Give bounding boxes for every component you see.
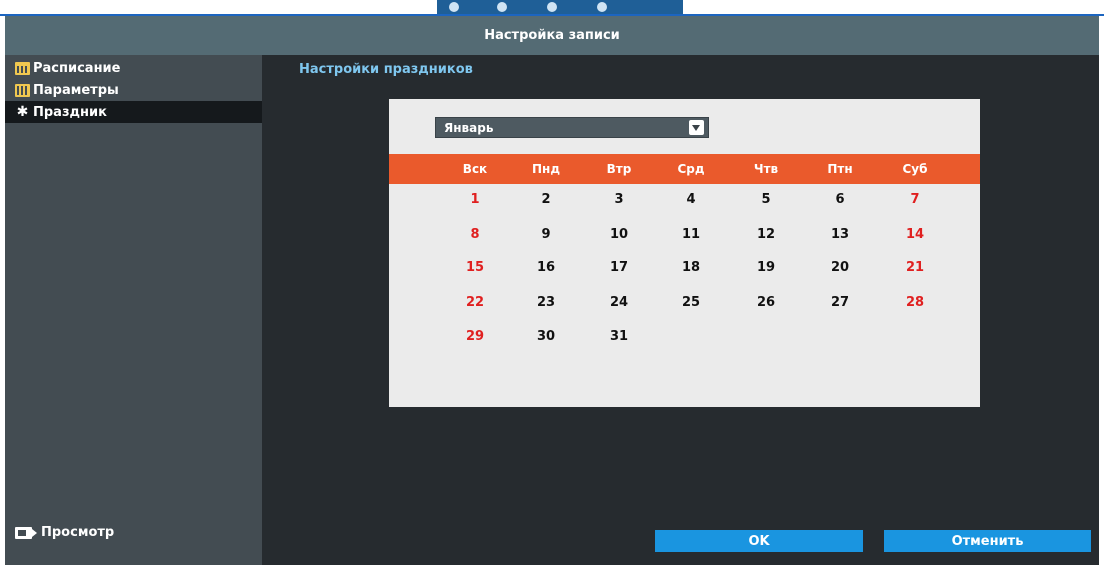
month-select-value: Январь <box>444 120 494 135</box>
sidebar-item-schedule[interactable]: Расписание <box>5 57 262 79</box>
calendar-day[interactable]: 6 <box>820 190 860 210</box>
weekday-label: Втр <box>606 162 632 176</box>
calendar-day[interactable]: 12 <box>746 225 786 245</box>
calendar-day[interactable]: 18 <box>671 258 711 278</box>
calendar-day[interactable]: 7 <box>895 190 935 210</box>
weekday-label: Чтв <box>753 162 779 176</box>
calendar-day[interactable]: 14 <box>895 225 935 245</box>
calendar-panel <box>389 99 980 407</box>
section-title: Настройки праздников <box>299 62 473 77</box>
calendar-icon <box>15 61 30 75</box>
weekday-label: Пнд <box>531 162 561 176</box>
logo-mark <box>547 2 557 12</box>
window-title: Настройка записи <box>5 16 1099 55</box>
cancel-button[interactable]: Отменить <box>884 530 1091 552</box>
sidebar-item-label: Расписание <box>33 60 121 76</box>
calendar-day[interactable]: 26 <box>746 293 786 313</box>
calendar-day[interactable]: 25 <box>671 293 711 313</box>
weekday-header: Вск Пнд Втр Срд Чтв Птн Суб <box>389 154 980 184</box>
calendar-day[interactable]: 28 <box>895 293 935 313</box>
calendar-day[interactable]: 13 <box>820 225 860 245</box>
calendar-day[interactable]: 2 <box>526 190 566 210</box>
calendar-day[interactable]: 4 <box>671 190 711 210</box>
calendar-day[interactable]: 15 <box>455 258 495 278</box>
sidebar-item-label: Параметры <box>33 82 119 98</box>
weekday-label: Срд <box>677 162 705 176</box>
calendar-day[interactable]: 9 <box>526 225 566 245</box>
calendar-day[interactable]: 1 <box>455 190 495 210</box>
weekday-label: Вск <box>462 162 488 176</box>
calendar-day[interactable]: 30 <box>526 327 566 347</box>
calendar-day[interactable]: 8 <box>455 225 495 245</box>
palm-tree-icon: ✱ <box>16 103 29 120</box>
month-select[interactable]: Январь <box>435 117 709 138</box>
ok-button[interactable]: OK <box>655 530 863 552</box>
calendar-day[interactable]: 16 <box>526 258 566 278</box>
logo-mark <box>597 2 607 12</box>
calendar-day[interactable]: 20 <box>820 258 860 278</box>
calendar-day[interactable]: 27 <box>820 293 860 313</box>
logo-mark <box>449 2 459 12</box>
sidebar: Расписание Параметры ✱ Праздник <box>5 55 262 565</box>
calendar-day[interactable]: 22 <box>455 293 495 313</box>
calendar-day[interactable]: 29 <box>455 327 495 347</box>
chevron-down-icon[interactable] <box>689 120 704 135</box>
calendar-day[interactable]: 17 <box>599 258 639 278</box>
calendar-day[interactable]: 31 <box>599 327 639 347</box>
logo-mark <box>497 2 507 12</box>
calendar-day[interactable]: 23 <box>526 293 566 313</box>
weekday-label: Птн <box>827 162 853 176</box>
calendar-day[interactable]: 24 <box>599 293 639 313</box>
calendar-day[interactable]: 11 <box>671 225 711 245</box>
calendar-day[interactable]: 3 <box>599 190 639 210</box>
sidebar-item-holiday[interactable]: ✱ Праздник <box>5 101 262 123</box>
camera-icon <box>15 526 37 539</box>
calendar-day[interactable]: 21 <box>895 258 935 278</box>
calendar-day[interactable]: 5 <box>746 190 786 210</box>
preview-label: Просмотр <box>41 525 115 540</box>
preview-button[interactable]: Просмотр <box>5 525 114 540</box>
calendar-day[interactable]: 10 <box>599 225 639 245</box>
parameters-icon <box>15 83 30 97</box>
sidebar-item-label: Праздник <box>33 104 107 120</box>
calendar-day[interactable]: 19 <box>746 258 786 278</box>
sidebar-item-parameters[interactable]: Параметры <box>5 79 262 101</box>
weekday-label: Суб <box>902 162 928 176</box>
